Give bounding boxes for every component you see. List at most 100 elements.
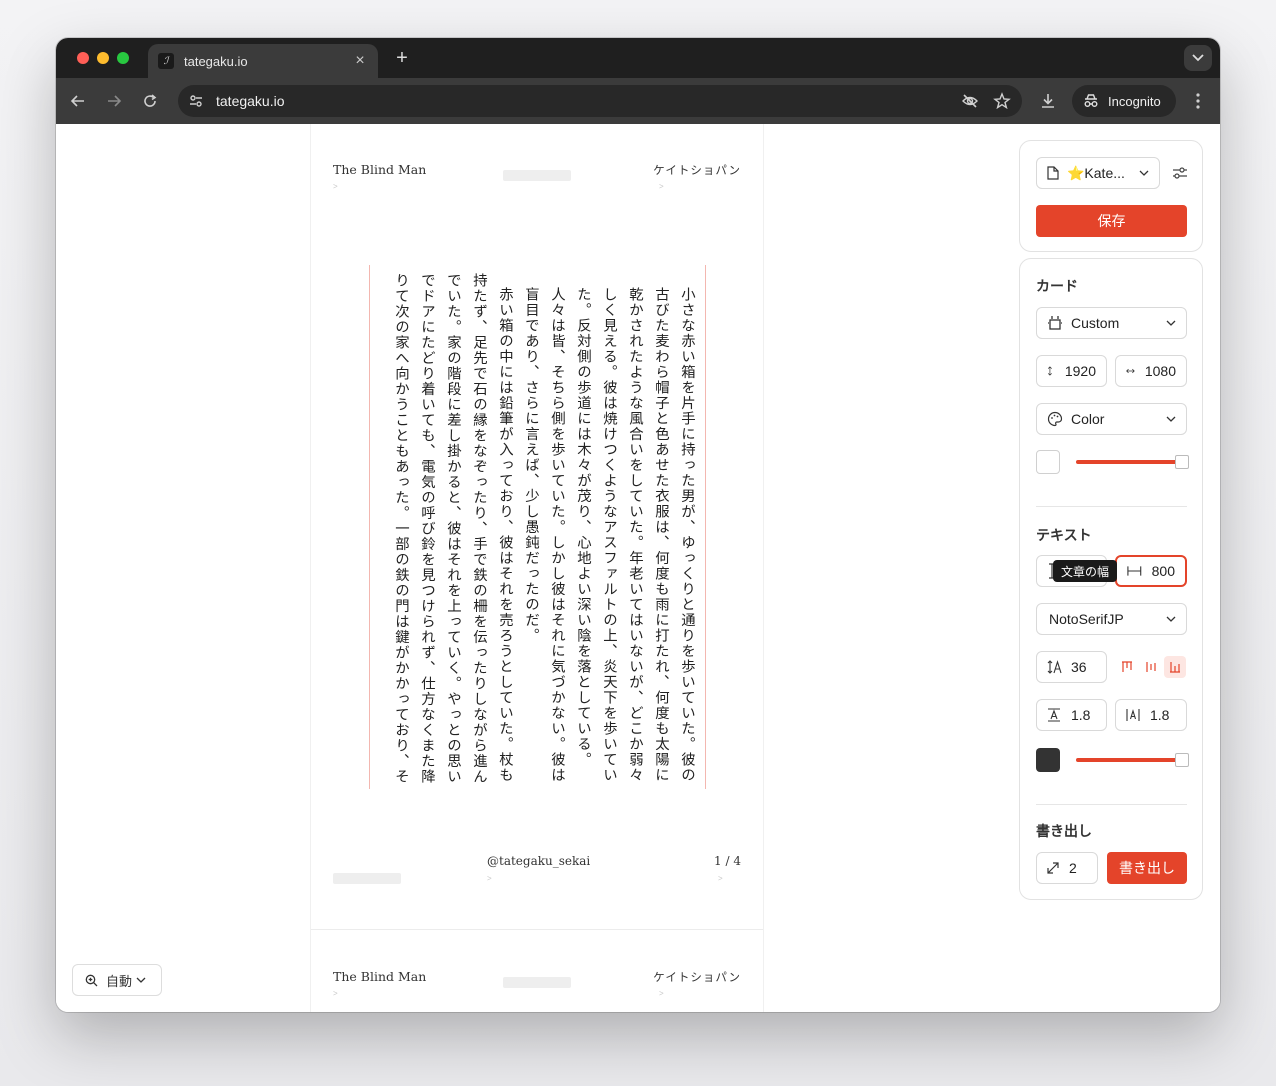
incognito-indicator[interactable]: Incognito <box>1072 85 1176 117</box>
letter-spacing-value[interactable]: 1.8 <box>1150 707 1176 723</box>
frame-icon <box>1048 316 1062 330</box>
font-family-value: NotoSerifJP <box>1049 611 1124 627</box>
reload-button[interactable] <box>138 89 162 113</box>
width-value[interactable]: 1080 <box>1145 363 1176 379</box>
background-mode-value: Color <box>1071 411 1105 427</box>
browser-tab[interactable]: ℐ tategaku.io × <box>148 44 378 78</box>
sliders-icon <box>1173 167 1187 179</box>
export-scale-input[interactable]: 2 <box>1036 852 1098 884</box>
template-select[interactable]: ⭐️Kate... <box>1036 157 1160 189</box>
text-opacity-slider[interactable] <box>1076 758 1180 762</box>
bookmark-star-icon[interactable] <box>992 91 1012 111</box>
handle-mark: > <box>487 874 492 883</box>
divider <box>1036 804 1187 805</box>
browser-toolbar: tategaku.io Incognito <box>56 78 1220 124</box>
export-section-title: 書き出し <box>1036 823 1092 839</box>
arrow-left-icon <box>70 95 84 107</box>
horizontal-resize-icon <box>1126 368 1135 374</box>
save-button[interactable]: 保存 <box>1036 205 1187 237</box>
export-button[interactable]: 書き出し <box>1107 852 1187 884</box>
browser-window: ℐ tategaku.io × + tategaku.io Incognito … <box>56 38 1220 1012</box>
handle-mark: > <box>333 989 338 998</box>
vertical-body-text: 小さな赤い箱を片手に持った男が、ゆっくりと通りを歩いていた。彼の古びた麦わら帽子… <box>378 273 700 793</box>
template-panel: ⭐️Kate... 保存 <box>1019 140 1203 252</box>
line-height-input[interactable]: 1.8 <box>1036 699 1107 731</box>
browser-menu-button[interactable] <box>1186 89 1210 113</box>
body-paragraph: 赤い箱の中には鉛筆が入っており、彼はそれを売ろうとしていた。杖も持たず、足先で石… <box>393 273 513 785</box>
eye-off-icon[interactable] <box>960 91 980 111</box>
file-icon <box>1047 166 1059 180</box>
favicon-icon: ℐ <box>158 53 174 69</box>
vertical-resize-icon <box>1047 366 1052 376</box>
site-settings-icon[interactable] <box>188 93 204 109</box>
expand-icon <box>1047 862 1059 874</box>
letter-spacing-input[interactable]: 1.8 <box>1115 699 1187 731</box>
align-middle-button[interactable] <box>1140 656 1162 678</box>
card-page-number: 1 / 4 <box>714 854 741 868</box>
height-value[interactable]: 1920 <box>1065 363 1096 379</box>
line-height-value[interactable]: 1.8 <box>1071 707 1096 723</box>
minimize-window-button[interactable] <box>97 52 109 64</box>
text-width-input[interactable]: 800 <box>1115 555 1187 587</box>
font-size-value[interactable]: 36 <box>1071 659 1096 675</box>
header-placeholder <box>503 170 571 181</box>
text-section-title: テキスト <box>1036 527 1092 543</box>
card-header-author: ケイトショパン <box>653 163 741 177</box>
tab-search-button[interactable] <box>1184 45 1212 71</box>
back-button[interactable] <box>66 89 90 113</box>
address-bar[interactable]: tategaku.io <box>178 85 1022 117</box>
download-icon <box>1042 94 1054 108</box>
font-size-icon <box>1047 660 1062 674</box>
font-size-input[interactable]: 36 <box>1036 651 1107 683</box>
reload-icon <box>144 94 157 107</box>
height-input[interactable]: 1920 <box>1036 355 1107 387</box>
align-bottom-icon <box>1170 662 1180 673</box>
zoom-in-icon <box>85 974 98 986</box>
template-settings-button[interactable] <box>1170 163 1190 183</box>
close-tab-icon[interactable]: × <box>352 52 368 70</box>
text-width-value[interactable]: 800 <box>1152 563 1175 579</box>
export-scale-value[interactable]: 2 <box>1069 860 1087 876</box>
header-placeholder <box>503 977 571 988</box>
card-preview-area: The Blind Man > ケイトショパン > 小さな赤い箱を片手に持った男… <box>310 124 764 1012</box>
divider <box>1036 506 1187 507</box>
handle-mark: > <box>659 182 664 191</box>
maximize-window-button[interactable] <box>117 52 129 64</box>
background-opacity-thumb[interactable] <box>1175 455 1189 469</box>
align-middle-icon <box>1146 662 1156 672</box>
align-top-button[interactable] <box>1116 656 1138 678</box>
align-bottom-button[interactable] <box>1164 656 1186 678</box>
size-preset-value: Custom <box>1071 315 1120 331</box>
page-content: The Blind Man > ケイトショパン > 小さな赤い箱を片手に持った男… <box>56 124 1220 1012</box>
card-preview[interactable]: The Blind Man > ケイトショパン > 小さな赤い箱を片手に持った男… <box>311 124 763 930</box>
forward-button[interactable] <box>102 89 126 113</box>
new-tab-button[interactable]: + <box>390 46 414 70</box>
download-button[interactable] <box>1036 89 1060 113</box>
handle-mark: > <box>659 989 664 998</box>
card-header-title: The Blind Man <box>333 969 427 984</box>
background-opacity-slider[interactable] <box>1076 460 1180 464</box>
chevron-down-icon <box>1166 414 1176 424</box>
chevron-down-icon <box>1166 318 1176 328</box>
letter-spacing-icon <box>1126 709 1140 721</box>
palette-icon <box>1047 411 1063 427</box>
card-footer-handle: @tategaku_sekai <box>487 854 591 868</box>
footer-placeholder <box>333 873 401 884</box>
background-color-swatch[interactable] <box>1036 450 1060 474</box>
size-preset-select[interactable]: Custom <box>1036 307 1187 339</box>
close-window-button[interactable] <box>77 52 89 64</box>
card-preview[interactable]: The Blind Man > ケイトショパン > <box>311 931 763 1012</box>
width-input[interactable]: 1080 <box>1115 355 1187 387</box>
incognito-icon <box>1084 94 1098 107</box>
zoom-label: 自動 <box>106 973 133 989</box>
text-color-swatch[interactable] <box>1036 748 1060 772</box>
handle-mark: > <box>718 874 723 883</box>
text-opacity-thumb[interactable] <box>1175 753 1189 767</box>
chevron-down-icon <box>1139 168 1149 178</box>
tab-strip: ℐ tategaku.io × + <box>56 38 1220 78</box>
background-mode-select[interactable]: Color <box>1036 403 1187 435</box>
url-text[interactable]: tategaku.io <box>216 93 948 109</box>
chevron-down-icon <box>1192 54 1204 62</box>
zoom-select[interactable]: 自動 <box>72 964 162 996</box>
font-family-select[interactable]: NotoSerifJP <box>1036 603 1187 635</box>
